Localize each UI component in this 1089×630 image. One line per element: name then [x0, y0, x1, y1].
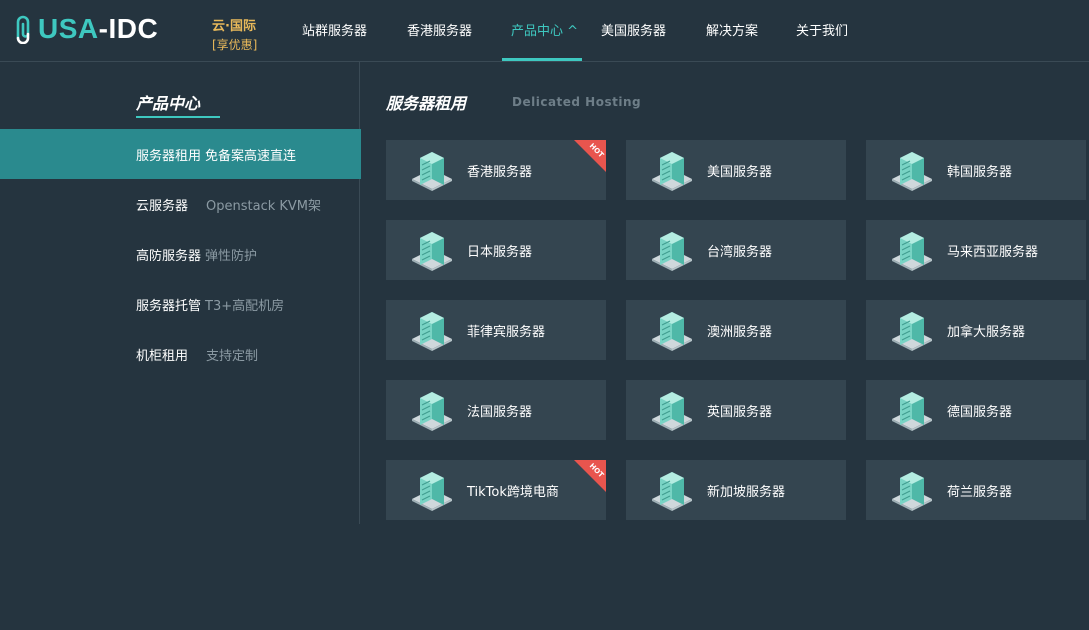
product-card[interactable]: 新加坡服务器 — [626, 460, 846, 520]
product-card[interactable]: 英国服务器 — [626, 380, 846, 440]
product-card-label: 日本服务器 — [467, 245, 533, 260]
site-logo[interactable]: USA-IDC — [12, 12, 158, 46]
nav-cluster-servers[interactable]: 站群服务器 — [302, 20, 367, 39]
sidebar-item-label: 服务器托管 — [136, 298, 202, 314]
product-card-label: 加拿大服务器 — [947, 325, 1026, 340]
server-icon — [890, 469, 934, 511]
product-card[interactable]: 菲律宾服务器 — [386, 300, 606, 360]
sidebar-item-ddos-server[interactable]: 高防服务器 弹性防护 — [0, 229, 361, 279]
hot-badge-icon: HOT — [574, 140, 606, 172]
product-card[interactable]: 香港服务器 HOT — [386, 140, 606, 200]
server-icon — [410, 149, 454, 191]
product-card[interactable]: 美国服务器 — [626, 140, 846, 200]
sidebar-item-desc: 弹性防护 — [205, 248, 258, 264]
product-card-label: 法国服务器 — [467, 405, 533, 420]
sidebar-item-cabinet-rental[interactable]: 机柜租用 支持定制 — [0, 329, 361, 379]
product-card[interactable]: 法国服务器 — [386, 380, 606, 440]
product-card[interactable]: 荷兰服务器 — [866, 460, 1086, 520]
nav-solutions[interactable]: 解决方案 — [706, 20, 758, 39]
product-card-label: 英国服务器 — [707, 405, 773, 420]
server-icon — [410, 309, 454, 351]
product-card[interactable]: TikTok跨境电商 HOT — [386, 460, 606, 520]
hot-badge-icon: HOT — [574, 460, 606, 492]
product-card-label: 菲律宾服务器 — [467, 325, 546, 340]
product-card[interactable]: 澳洲服务器 — [626, 300, 846, 360]
product-card[interactable]: 马来西亚服务器 — [866, 220, 1086, 280]
server-icon — [650, 149, 694, 191]
server-icon — [890, 309, 934, 351]
server-icon — [410, 229, 454, 271]
nav-us-servers[interactable]: 美国服务器 — [601, 20, 666, 39]
product-card-label: 美国服务器 — [707, 165, 773, 180]
product-card-label: 台湾服务器 — [707, 245, 773, 260]
paperclip-logo-icon — [16, 15, 30, 44]
logo-text: USA-IDC — [38, 13, 158, 45]
sidebar-item-label: 云服务器 — [136, 198, 189, 214]
section-title: 服务器租用 — [386, 94, 467, 113]
product-card-label: TikTok跨境电商 — [467, 485, 559, 500]
nav-about-us[interactable]: 关于我们 — [796, 20, 848, 39]
product-card[interactable]: 德国服务器 — [866, 380, 1086, 440]
promo-title: 云·国际 — [212, 19, 256, 34]
product-card[interactable]: 韩国服务器 — [866, 140, 1086, 200]
server-icon — [650, 389, 694, 431]
product-card-label: 澳洲服务器 — [707, 325, 773, 340]
top-header: USA-IDC 云·国际 [享优惠] 站群服务器 香港服务器 产品中心 ^ 美国… — [0, 0, 1089, 62]
server-icon — [650, 229, 694, 271]
sidebar-item-label: 服务器租用 — [136, 148, 202, 164]
server-icon — [890, 149, 934, 191]
product-card-label: 新加坡服务器 — [707, 485, 786, 500]
product-card-label: 荷兰服务器 — [947, 485, 1013, 500]
nav-product-center[interactable]: 产品中心 ^ — [511, 20, 578, 39]
logo-text-idc: -IDC — [98, 13, 159, 44]
product-card[interactable]: 加拿大服务器 — [866, 300, 1086, 360]
logo-text-usa: USA — [38, 13, 99, 44]
product-card[interactable]: 日本服务器 — [386, 220, 606, 280]
server-icon — [410, 389, 454, 431]
product-sidebar: 产品中心 服务器租用 免备案高速直连 云服务器 Openstack KVM架 高… — [0, 62, 361, 524]
sidebar-title-underline — [136, 116, 220, 118]
server-icon — [890, 389, 934, 431]
server-icon — [890, 229, 934, 271]
server-icon — [410, 469, 454, 511]
server-icon — [650, 309, 694, 351]
nav-active-indicator — [502, 58, 582, 61]
sidebar-item-desc: 支持定制 — [206, 348, 259, 364]
sidebar-item-label: 高防服务器 — [136, 248, 202, 264]
product-card[interactable]: 台湾服务器 — [626, 220, 846, 280]
server-icon — [650, 469, 694, 511]
sidebar-item-server-rental[interactable]: 服务器租用 免备案高速直连 — [0, 129, 361, 179]
sidebar-item-desc: T3+高配机房 — [205, 298, 285, 314]
section-subtitle: Delicated Hosting — [512, 95, 642, 109]
product-card-label: 德国服务器 — [947, 405, 1013, 420]
product-card-label: 马来西亚服务器 — [947, 245, 1039, 260]
sidebar-item-colocation[interactable]: 服务器托管 T3+高配机房 — [0, 279, 361, 329]
sidebar-item-desc: Openstack KVM架 — [206, 198, 322, 214]
product-card-label: 韩国服务器 — [947, 165, 1013, 180]
product-card-label: 香港服务器 — [467, 165, 533, 180]
promo-subtitle: [享优惠] — [212, 38, 258, 52]
nav-hk-servers[interactable]: 香港服务器 — [407, 20, 472, 39]
sidebar-title: 产品中心 — [136, 94, 201, 113]
sidebar-item-desc: 免备案高速直连 — [205, 148, 297, 164]
sidebar-item-cloud-server[interactable]: 云服务器 Openstack KVM架 — [0, 179, 361, 229]
promo-link[interactable]: 云·国际 [享优惠] — [212, 18, 257, 54]
sidebar-item-label: 机柜租用 — [136, 348, 189, 364]
